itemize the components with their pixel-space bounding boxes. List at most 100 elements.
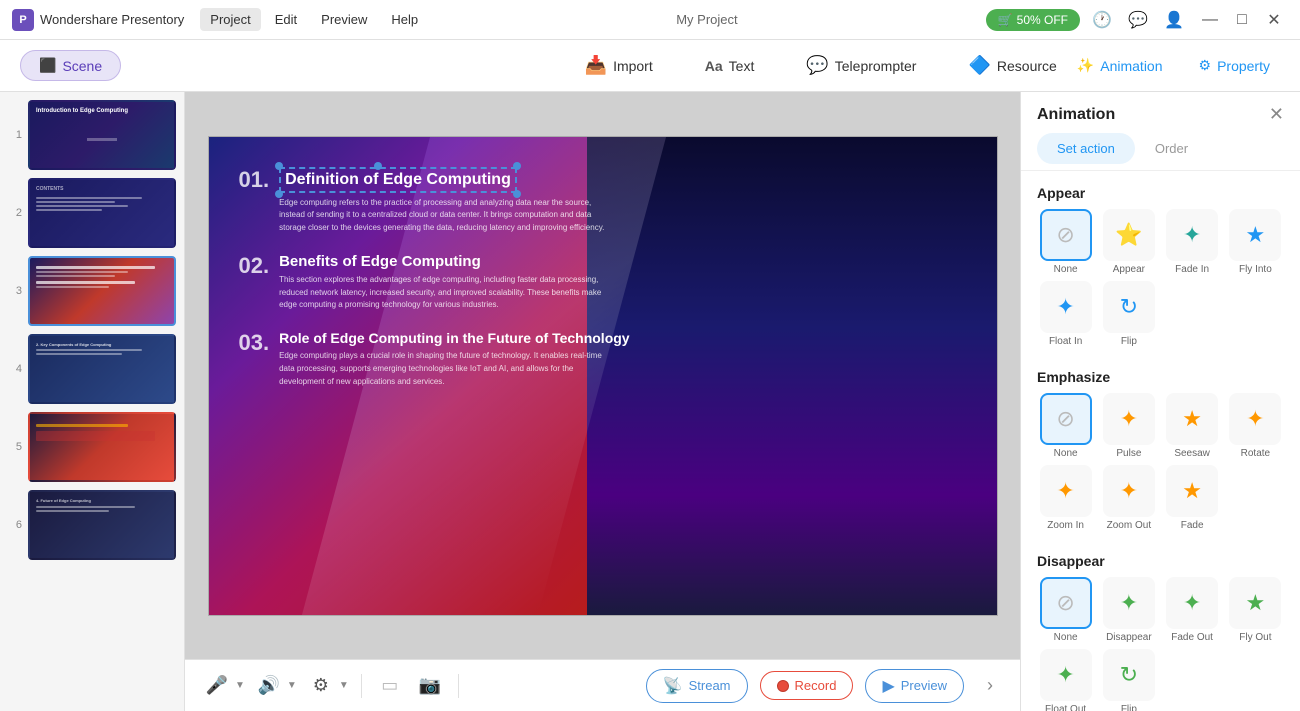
scene-button[interactable]: ⬛ Scene [20, 50, 121, 81]
slide-number-2: 2 [8, 207, 22, 219]
appear-none[interactable]: ⊘ None [1037, 209, 1094, 275]
settings-group: ⚙ ▼ [305, 670, 349, 702]
slide-thumb-1[interactable]: Introduction to Edge Computing ▬▬▬ [28, 100, 176, 170]
mic-icon[interactable]: 🎤 [201, 670, 233, 702]
slide-canvas[interactable]: 01. Definition of Edge Computing [208, 136, 998, 616]
emphasize-fade[interactable]: ★ Fade [1164, 465, 1221, 531]
disappear-floatout-icon: ✦ [1040, 649, 1092, 701]
emphasize-zoomout-label: Zoom Out [1107, 520, 1151, 531]
volume-chevron[interactable]: ▼ [287, 680, 297, 691]
record-button[interactable]: Record [760, 671, 854, 700]
notification-icon-btn[interactable]: 💬 [1124, 6, 1152, 34]
preview-button[interactable]: ▶ Preview [865, 669, 964, 703]
appear-flip[interactable]: ↻ Flip [1100, 281, 1157, 347]
disappear-disappear[interactable]: ✦ Disappear [1100, 577, 1157, 643]
toolbar-center-items: 📥 Import Aa Text 💬 Teleprompter 🔷 Resour… [575, 49, 1067, 82]
emphasize-seesaw[interactable]: ★ Seesaw [1164, 393, 1221, 459]
slide-number-3: 3 [8, 285, 22, 297]
maximize-button[interactable]: □ [1228, 6, 1256, 34]
titlebar-right: 🛒 50% OFF 🕐 💬 👤 — □ ✕ [986, 6, 1288, 34]
clock-icon-btn[interactable]: 🕐 [1088, 6, 1116, 34]
settings-chevron[interactable]: ▼ [339, 680, 349, 691]
nav-edit[interactable]: Edit [265, 8, 307, 31]
emphasize-title: Emphasize [1037, 369, 1284, 385]
monitor-icon[interactable]: ▭ [374, 670, 406, 702]
section-02-body: This section explores the advantages of … [279, 274, 619, 312]
slide-number-4: 4 [8, 363, 22, 375]
camera-icon[interactable]: 📷 [414, 670, 446, 702]
disappear-flyout-label: Fly Out [1239, 632, 1271, 643]
stream-button[interactable]: 📡 Stream [646, 669, 748, 703]
appear-flyinto-label: Fly Into [1239, 264, 1272, 275]
text-item[interactable]: Aa Text [695, 52, 765, 80]
slide-item-2[interactable]: 2 CONTENTS [8, 178, 176, 248]
nav-preview[interactable]: Preview [311, 8, 377, 31]
promo-button[interactable]: 🛒 50% OFF [986, 9, 1080, 31]
emphasize-zoomin[interactable]: ✦ Zoom In [1037, 465, 1094, 531]
main-toolbar: ⬛ Scene 📥 Import Aa Text 💬 Teleprompter … [0, 40, 1300, 92]
emphasize-zoomout-icon: ✦ [1103, 465, 1155, 517]
window-controls: — □ ✕ [1196, 6, 1288, 34]
resource-item[interactable]: 🔷 Resource [958, 49, 1066, 82]
appear-fadein[interactable]: ✦ Fade In [1164, 209, 1221, 275]
appear-appear[interactable]: ⭐ Appear [1100, 209, 1157, 275]
animation-item[interactable]: ✨ Animation [1067, 51, 1173, 80]
property-item[interactable]: ⚙ Property [1189, 51, 1280, 80]
slide-item-6[interactable]: 6 4. Future of Edge Computing [8, 490, 176, 560]
slide-thumb-6[interactable]: 4. Future of Edge Computing [28, 490, 176, 560]
disappear-floatout[interactable]: ✦ Float Out [1037, 649, 1094, 711]
emphasize-seesaw-icon: ★ [1166, 393, 1218, 445]
appear-flip-icon: ↻ [1103, 281, 1155, 333]
section-01-heading[interactable]: Definition of Edge Computing [279, 167, 517, 193]
preview-icon: ▶ [882, 676, 894, 696]
emphasize-none[interactable]: ⊘ None [1037, 393, 1094, 459]
nav-project[interactable]: Project [200, 8, 260, 31]
appear-appear-icon: ⭐ [1103, 209, 1155, 261]
disappear-none[interactable]: ⊘ None [1037, 577, 1094, 643]
tab-order[interactable]: Order [1135, 133, 1208, 164]
appear-grid: ⊘ None ⭐ Appear ✦ Fade In ★ Fly Into [1037, 209, 1284, 347]
disappear-fadeout[interactable]: ✦ Fade Out [1164, 577, 1221, 643]
user-icon-btn[interactable]: 👤 [1160, 6, 1188, 34]
minimize-button[interactable]: — [1196, 6, 1224, 34]
section-02-heading[interactable]: Benefits of Edge Computing [279, 253, 619, 270]
volume-icon[interactable]: 🔊 [253, 670, 285, 702]
tab-set-action[interactable]: Set action [1037, 133, 1135, 164]
appear-flyinto-icon: ★ [1229, 209, 1281, 261]
emphasize-rotate[interactable]: ✦ Rotate [1227, 393, 1284, 459]
mic-group: 🎤 ▼ [201, 670, 245, 702]
slide-4-title: 2. Key Components of Edge Computing [36, 342, 168, 347]
teleprompter-item[interactable]: 💬 Teleprompter [796, 49, 926, 82]
section-03-heading[interactable]: Role of Edge Computing in the Future of … [279, 330, 630, 346]
slide-thumb-2[interactable]: CONTENTS [28, 178, 176, 248]
slide-item-5[interactable]: 5 [8, 412, 176, 482]
mic-chevron[interactable]: ▼ [235, 680, 245, 691]
slide-thumb-3[interactable] [28, 256, 176, 326]
emphasize-pulse[interactable]: ✦ Pulse [1100, 393, 1157, 459]
canvas-wrapper[interactable]: 01. Definition of Edge Computing [185, 92, 1020, 659]
separator-1 [361, 674, 362, 698]
slide-number-1: 1 [8, 129, 22, 141]
app-icon: P [12, 9, 34, 31]
appear-floatin[interactable]: ✦ Float In [1037, 281, 1094, 347]
settings-icon[interactable]: ⚙ [305, 670, 337, 702]
emphasize-zoomout[interactable]: ✦ Zoom Out [1100, 465, 1157, 531]
disappear-flip[interactable]: ↻ Flip [1100, 649, 1157, 711]
nav-help[interactable]: Help [381, 8, 428, 31]
canvas-area: 01. Definition of Edge Computing [185, 92, 1020, 711]
slide-item-4[interactable]: 4 2. Key Components of Edge Computing [8, 334, 176, 404]
animation-tabs: Set action Order [1021, 133, 1300, 171]
slide-6-title: 4. Future of Edge Computing [36, 498, 168, 503]
appear-fadein-label: Fade In [1175, 264, 1209, 275]
nav-chevron-right[interactable]: › [976, 672, 1004, 700]
appear-flyinto[interactable]: ★ Fly Into [1227, 209, 1284, 275]
slide-thumb-5[interactable] [28, 412, 176, 482]
disappear-flyout[interactable]: ★ Fly Out [1227, 577, 1284, 643]
import-item[interactable]: 📥 Import [575, 49, 663, 82]
slide-thumb-4[interactable]: 2. Key Components of Edge Computing [28, 334, 176, 404]
close-button[interactable]: ✕ [1260, 6, 1288, 34]
appear-none-label: None [1054, 264, 1078, 275]
slide-item-1[interactable]: 1 Introduction to Edge Computing ▬▬▬ [8, 100, 176, 170]
animation-close-button[interactable]: ✕ [1269, 104, 1284, 125]
slide-item-3[interactable]: 3 [8, 256, 176, 326]
